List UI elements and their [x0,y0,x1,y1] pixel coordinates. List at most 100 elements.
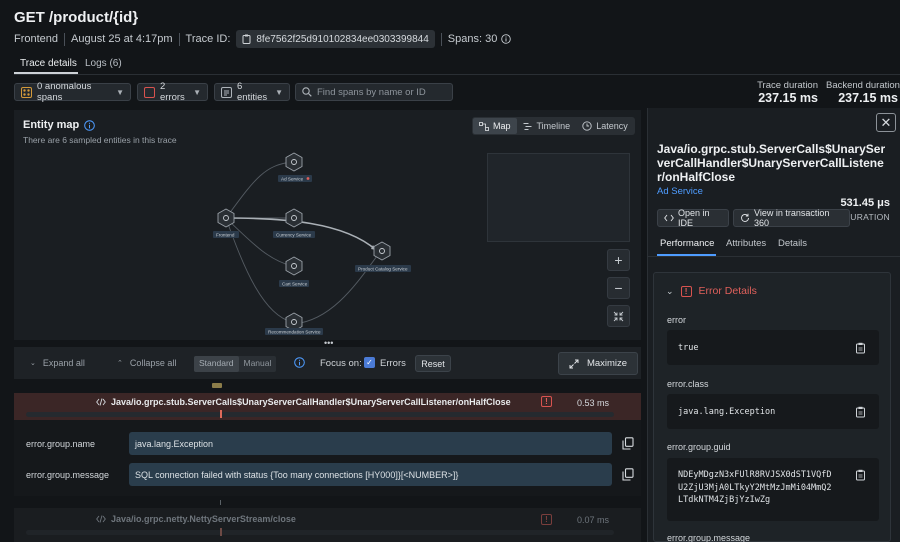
open-in-ide-button[interactable]: Open in IDE [657,208,729,228]
map-view-label: Map [493,121,511,131]
trace-date: August 25 at 4:17pm [71,33,173,45]
service-link[interactable]: Ad Service [657,186,703,197]
attr-key: error.group.message [26,470,110,480]
chevron-down-icon: ⌄ [30,360,36,367]
manual-mode-button[interactable]: Manual [239,356,277,372]
map-view-toggle: Map Timeline Latency [472,117,635,135]
expand-all-label: Expand all [42,358,85,368]
app-name: Frontend [14,33,59,45]
error-icon: ! [541,514,552,525]
node-product-catalog-service[interactable]: Product Catalog Service [355,241,411,272]
entity-map-title-text: Entity map [23,119,80,131]
span-timeline-mark [220,528,222,536]
copy-icon[interactable] [855,342,867,354]
timeline-icon [523,122,533,131]
zoom-out-button[interactable]: − [607,277,630,299]
chevron-down-icon: ▼ [275,87,283,97]
entity-map-minimap[interactable] [487,153,630,242]
divider [64,32,66,46]
tab-logs[interactable]: Logs (6) [85,54,122,74]
node-frontend[interactable]: Frontend [213,208,239,238]
span-search-input[interactable] [317,86,447,98]
span-count: Spans: 30 [447,33,498,45]
trace-id-label: Trace ID: [185,33,231,45]
error-dot [306,177,310,180]
view-in-transaction-360-label: View in transaction 360 [754,208,830,228]
fit-view-button[interactable] [607,305,630,327]
check-icon: ✓ [366,358,373,367]
expand-icon [569,359,579,369]
close-button[interactable]: ✕ [876,113,896,132]
info-icon[interactable] [84,119,96,131]
zoom-in-button[interactable]: + [607,249,630,271]
errors-label: 2 errors [160,81,185,103]
reset-button[interactable]: Reset [415,355,451,372]
error-field-value: true [667,330,879,365]
copy-icon[interactable] [855,469,867,481]
edge-recommendation-catalog [293,251,381,325]
errors-checkbox[interactable]: ✓ [364,357,375,368]
errors-dropdown[interactable]: 2 errors ▼ [137,81,208,103]
chevron-down-icon: ⌄ [666,285,674,296]
anomalous-spans-dropdown[interactable]: 0 anomalous spans ▼ [14,81,131,103]
node-label: Recommendation Service [268,329,321,334]
open-in-ide-label: Open in IDE [678,208,710,228]
latency-icon [582,121,592,131]
anomaly-icon [21,86,32,98]
backend-duration-label: Backend duration [826,80,900,91]
timeline-marker [212,383,222,388]
close-icon: ✕ [880,114,892,130]
errors-checkbox-label: Errors [380,358,406,369]
tab-details[interactable]: Details [778,238,807,249]
tab-attributes[interactable]: Attributes [726,238,766,249]
span-duration: 0.07 ms [577,515,610,525]
clipboard-icon [242,34,251,44]
expand-all-button[interactable]: ⌄ Expand all [30,358,85,368]
timeline-view-button[interactable]: Timeline [517,118,577,134]
divider [178,32,180,46]
node-recommendation-service[interactable]: Recommendation Service [265,312,323,335]
node-label: Frontend [216,232,235,237]
span-duration: 0.53 ms [577,398,610,408]
error-details-toggle[interactable]: ⌄ ! Error Details [666,285,757,297]
span-search-box[interactable] [295,83,453,101]
rotate-icon [740,213,750,223]
divider [440,32,442,46]
span-timeline-bar [26,530,614,535]
entities-dropdown[interactable]: 6 entities ▼ [214,81,290,103]
node-cart-service[interactable]: Cart Service [279,256,309,287]
span-name-text: Java/io.grpc.netty.NettyServerStream/clo… [111,514,296,524]
code-icon [96,515,106,523]
tabs-divider [14,74,900,75]
node-ad-service[interactable]: Ad Service [278,152,312,182]
info-icon[interactable] [501,34,512,44]
copy-icon[interactable] [622,437,635,450]
trace-id-copy-button[interactable]: 8fe7562f25d910102834ee0303399844 [236,30,435,48]
map-view-button[interactable]: Map [473,118,517,134]
code-icon [96,398,106,406]
info-icon[interactable] [294,357,305,368]
guid-line: NDEyMDgzN3xFUlR8RVJSX0dST1VQfD [678,470,832,480]
view-in-transaction-360-button[interactable]: View in transaction 360 [733,208,850,228]
backend-duration-value: 237.15 ms [838,91,898,105]
error-field-value: java.lang.Exception [667,394,879,429]
active-tab-indicator [657,254,716,256]
tab-trace-details[interactable]: Trace details [14,54,78,74]
copy-icon[interactable] [855,406,867,418]
maximize-button[interactable]: Maximize [558,352,638,375]
latency-view-button[interactable]: Latency [576,118,634,134]
span-name: Java/io.grpc.netty.NettyServerStream/clo… [96,514,296,524]
maximize-label: Maximize [586,358,628,369]
node-label: Currency Service [276,232,312,237]
standard-mode-button[interactable]: Standard [194,356,239,372]
trace-duration-label: Trace duration [757,80,818,91]
copy-icon[interactable] [622,468,635,481]
trace-duration-value: 237.15 ms [758,91,818,105]
mode-toggle: Standard Manual [194,356,277,372]
collapse-all-button[interactable]: ⌃ Collapse all [117,358,176,368]
error-field-key: error.class [667,379,709,389]
error-details-title: Error Details [698,285,757,297]
entities-label: 6 entities [237,81,268,103]
tab-performance[interactable]: Performance [660,238,714,249]
attr-key: error.group.name [26,439,96,449]
